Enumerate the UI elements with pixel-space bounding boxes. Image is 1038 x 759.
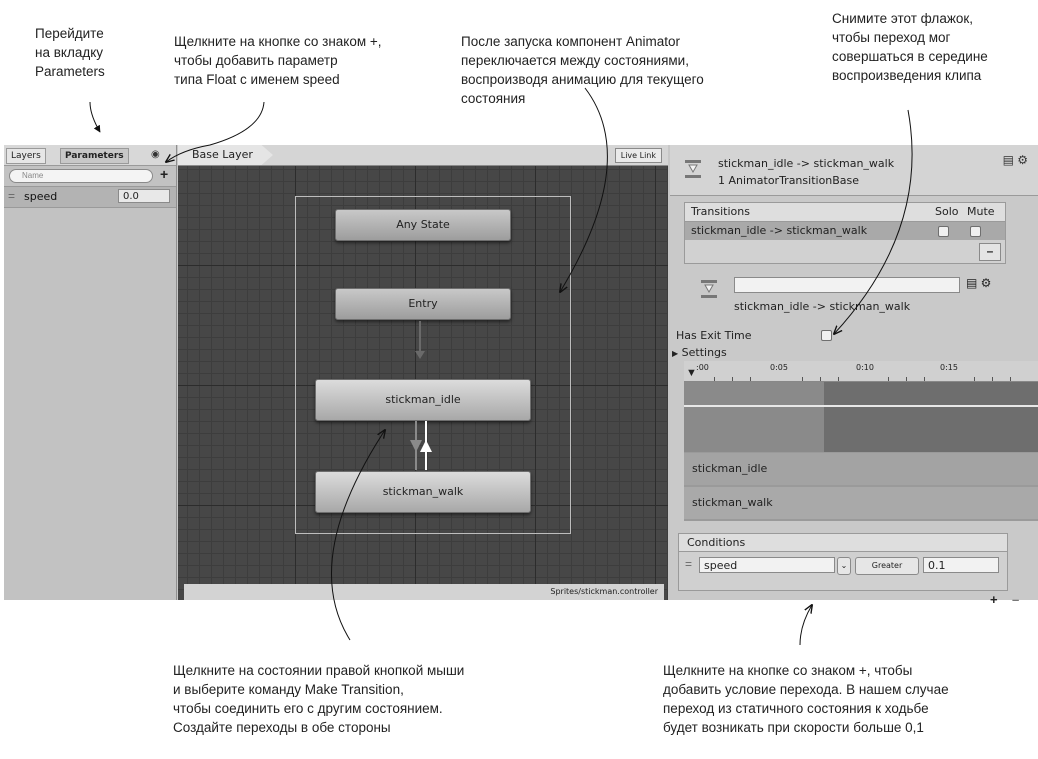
- parameter-value-field[interactable]: 0.0: [118, 189, 170, 203]
- transition-row[interactable]: stickman_idle -> stickman_walk: [685, 222, 1005, 240]
- has-exit-time-checkbox[interactable]: [821, 330, 832, 341]
- transition-icon: [685, 160, 701, 178]
- transition-row-label[interactable]: stickman_idle -> stickman_walk: [691, 222, 867, 240]
- condition-operator-dropdown[interactable]: Greater: [855, 557, 919, 575]
- panel-tab-bar: Layers Parameters ◉: [4, 145, 176, 166]
- ruler-label: :00: [696, 363, 709, 372]
- solo-checkbox[interactable]: [938, 226, 949, 237]
- foldout-arrow-icon: ▶: [672, 349, 679, 358]
- solo-label: Solo: [935, 205, 959, 218]
- remove-transition-button[interactable]: –: [979, 243, 1001, 261]
- eye-icon[interactable]: ◉: [151, 149, 160, 160]
- callout-exit-time: Снимите этот флажок, чтобы переход мог с…: [832, 11, 988, 83]
- controller-path: Sprites/stickman.controller: [184, 584, 664, 600]
- ruler-label: 0:05: [770, 363, 788, 372]
- parameter-name[interactable]: speed: [24, 190, 57, 203]
- condition-drag-handle-icon[interactable]: =: [685, 557, 692, 571]
- settings-label: Settings: [681, 346, 727, 359]
- conditions-header: Conditions: [679, 534, 1007, 552]
- sub-settings-icon[interactable]: ▤ ⚙: [966, 276, 991, 290]
- mute-checkbox[interactable]: [970, 226, 981, 237]
- remove-condition-button[interactable]: –: [1012, 592, 1019, 607]
- transition-name-field[interactable]: [734, 277, 960, 293]
- ruler-label: 0:10: [856, 363, 874, 372]
- callout-add-condition: Щелкните на кнопке со знаком +, чтобы до…: [663, 663, 949, 735]
- conditions-list: Conditions = speed ⌄ Greater 0.1: [678, 533, 1008, 591]
- has-exit-time-label: Has Exit Time: [676, 329, 752, 342]
- parameters-panel: Layers Parameters ◉ ⚲ Name + = speed 0.0: [4, 145, 177, 600]
- inspector-panel: stickman_idle -> stickman_walk 1 Animato…: [670, 145, 1038, 607]
- parameter-row[interactable]: = speed 0.0: [4, 186, 176, 208]
- add-parameter-button[interactable]: +: [160, 166, 168, 182]
- tab-parameters[interactable]: Parameters: [60, 148, 129, 164]
- transition-timeline[interactable]: :00 0:05 0:10 0:15 ▼ stickman_idle stick…: [684, 361, 1038, 521]
- clip-bar-idle[interactable]: stickman_idle: [684, 453, 1038, 485]
- tab-layers[interactable]: Layers: [6, 148, 46, 164]
- timeline-curve: [684, 405, 1038, 407]
- callout-add-parameter: Щелкните на кнопке со знаком +, чтобы до…: [174, 34, 382, 87]
- search-input[interactable]: Name: [9, 169, 153, 183]
- drag-handle-icon[interactable]: =: [8, 189, 15, 203]
- transition-icon-small: [701, 280, 717, 298]
- mute-label: Mute: [967, 205, 995, 218]
- condition-value-field[interactable]: 0.1: [923, 557, 999, 573]
- ruler-label: 0:15: [940, 363, 958, 372]
- inspector-title: stickman_idle -> stickman_walk: [718, 157, 895, 170]
- transitions-header-label: Transitions: [691, 205, 750, 218]
- callout-animator-run: После запуска компонент Animator переклю…: [461, 34, 704, 106]
- settings-gear-icon[interactable]: ▤ ⚙: [1003, 153, 1028, 167]
- condition-parameter-dropdown[interactable]: speed: [699, 557, 835, 573]
- add-condition-button[interactable]: +: [990, 592, 998, 607]
- callout-make-transition: Щелкните на состоянии правой кнопкой мыш…: [173, 663, 465, 735]
- transition-subtitle: stickman_idle -> stickman_walk: [734, 300, 911, 313]
- transition-region[interactable]: [684, 382, 824, 452]
- transition-arrows[interactable]: [178, 145, 668, 600]
- settings-foldout[interactable]: ▶ Settings: [672, 346, 727, 359]
- transitions-header: Transitions Solo Mute: [685, 203, 1005, 222]
- callout-parameters-tab: Перейдите на вкладку Parameters: [35, 26, 105, 79]
- condition-dropdown-arrow[interactable]: ⌄: [837, 557, 851, 575]
- unity-animator-window: Layers Parameters ◉ ⚲ Name + = speed 0.0…: [4, 145, 1038, 607]
- animator-graph[interactable]: Base Layer Live Link Any State Entry sti…: [178, 145, 668, 600]
- inspector-header: stickman_idle -> stickman_walk 1 Animato…: [670, 145, 1038, 196]
- timeline-ruler: :00 0:05 0:10 0:15: [684, 361, 1038, 382]
- playhead-marker-icon[interactable]: ▼: [686, 367, 697, 379]
- clip-bar-walk[interactable]: stickman_walk: [684, 487, 1038, 519]
- transitions-list: Transitions Solo Mute stickman_idle -> s…: [684, 202, 1006, 264]
- inspector-subtitle: 1 AnimatorTransitionBase: [718, 174, 860, 187]
